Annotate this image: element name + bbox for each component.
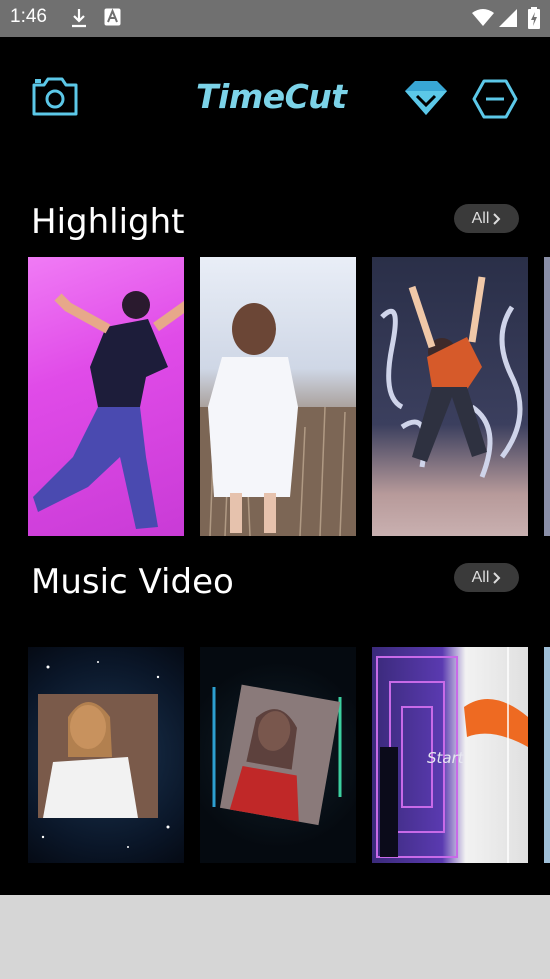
- app-logo: TimeCut: [196, 77, 347, 116]
- start-overlay-text: Start: [427, 749, 465, 767]
- chevron-right-icon: [493, 571, 501, 584]
- field-girl-figure: [200, 303, 356, 536]
- music-thumb-neon-tunnel[interactable]: Start: [372, 647, 528, 863]
- bottom-panel: [0, 895, 550, 979]
- status-time: 1:46: [10, 6, 47, 27]
- music-thumb-starry-portrait[interactable]: [28, 647, 184, 863]
- highlight-thumb-partial[interactable]: [544, 257, 550, 536]
- wifi-icon: [472, 9, 494, 26]
- starry-portrait-figure: [38, 661, 170, 848]
- music-thumb-tilted-portrait[interactable]: [200, 647, 356, 863]
- highlight-thumb-field-girl[interactable]: [200, 257, 356, 536]
- all-label: All: [471, 568, 490, 586]
- music-video-all-button[interactable]: All: [454, 563, 519, 592]
- hexagon-minus-icon[interactable]: [472, 79, 518, 119]
- camera-icon[interactable]: [31, 77, 79, 117]
- font-a-icon: [104, 8, 121, 26]
- diamond-icon[interactable]: [403, 79, 449, 117]
- dancer-figure: [33, 291, 184, 529]
- all-label: All: [471, 209, 490, 227]
- app-header: TimeCut: [0, 37, 550, 157]
- highlight-thumb-dancer[interactable]: [28, 257, 184, 536]
- highlight-thumb-graffiti-dancer[interactable]: [372, 257, 528, 536]
- battery-charging-icon: [528, 7, 540, 29]
- download-icon: [72, 9, 86, 28]
- graffiti-figure: [380, 276, 523, 478]
- status-bar: 1:46: [0, 0, 550, 37]
- highlight-all-button[interactable]: All: [454, 204, 519, 233]
- section-title-highlight: Highlight: [31, 202, 185, 242]
- neon-tunnel-figure: Start: [376, 647, 528, 863]
- tilted-portrait-figure: [212, 684, 342, 826]
- music-thumb-partial[interactable]: [544, 647, 550, 863]
- section-title-music-video: Music Video: [31, 562, 234, 602]
- chevron-right-icon: [493, 212, 501, 225]
- signal-icon: [499, 9, 517, 27]
